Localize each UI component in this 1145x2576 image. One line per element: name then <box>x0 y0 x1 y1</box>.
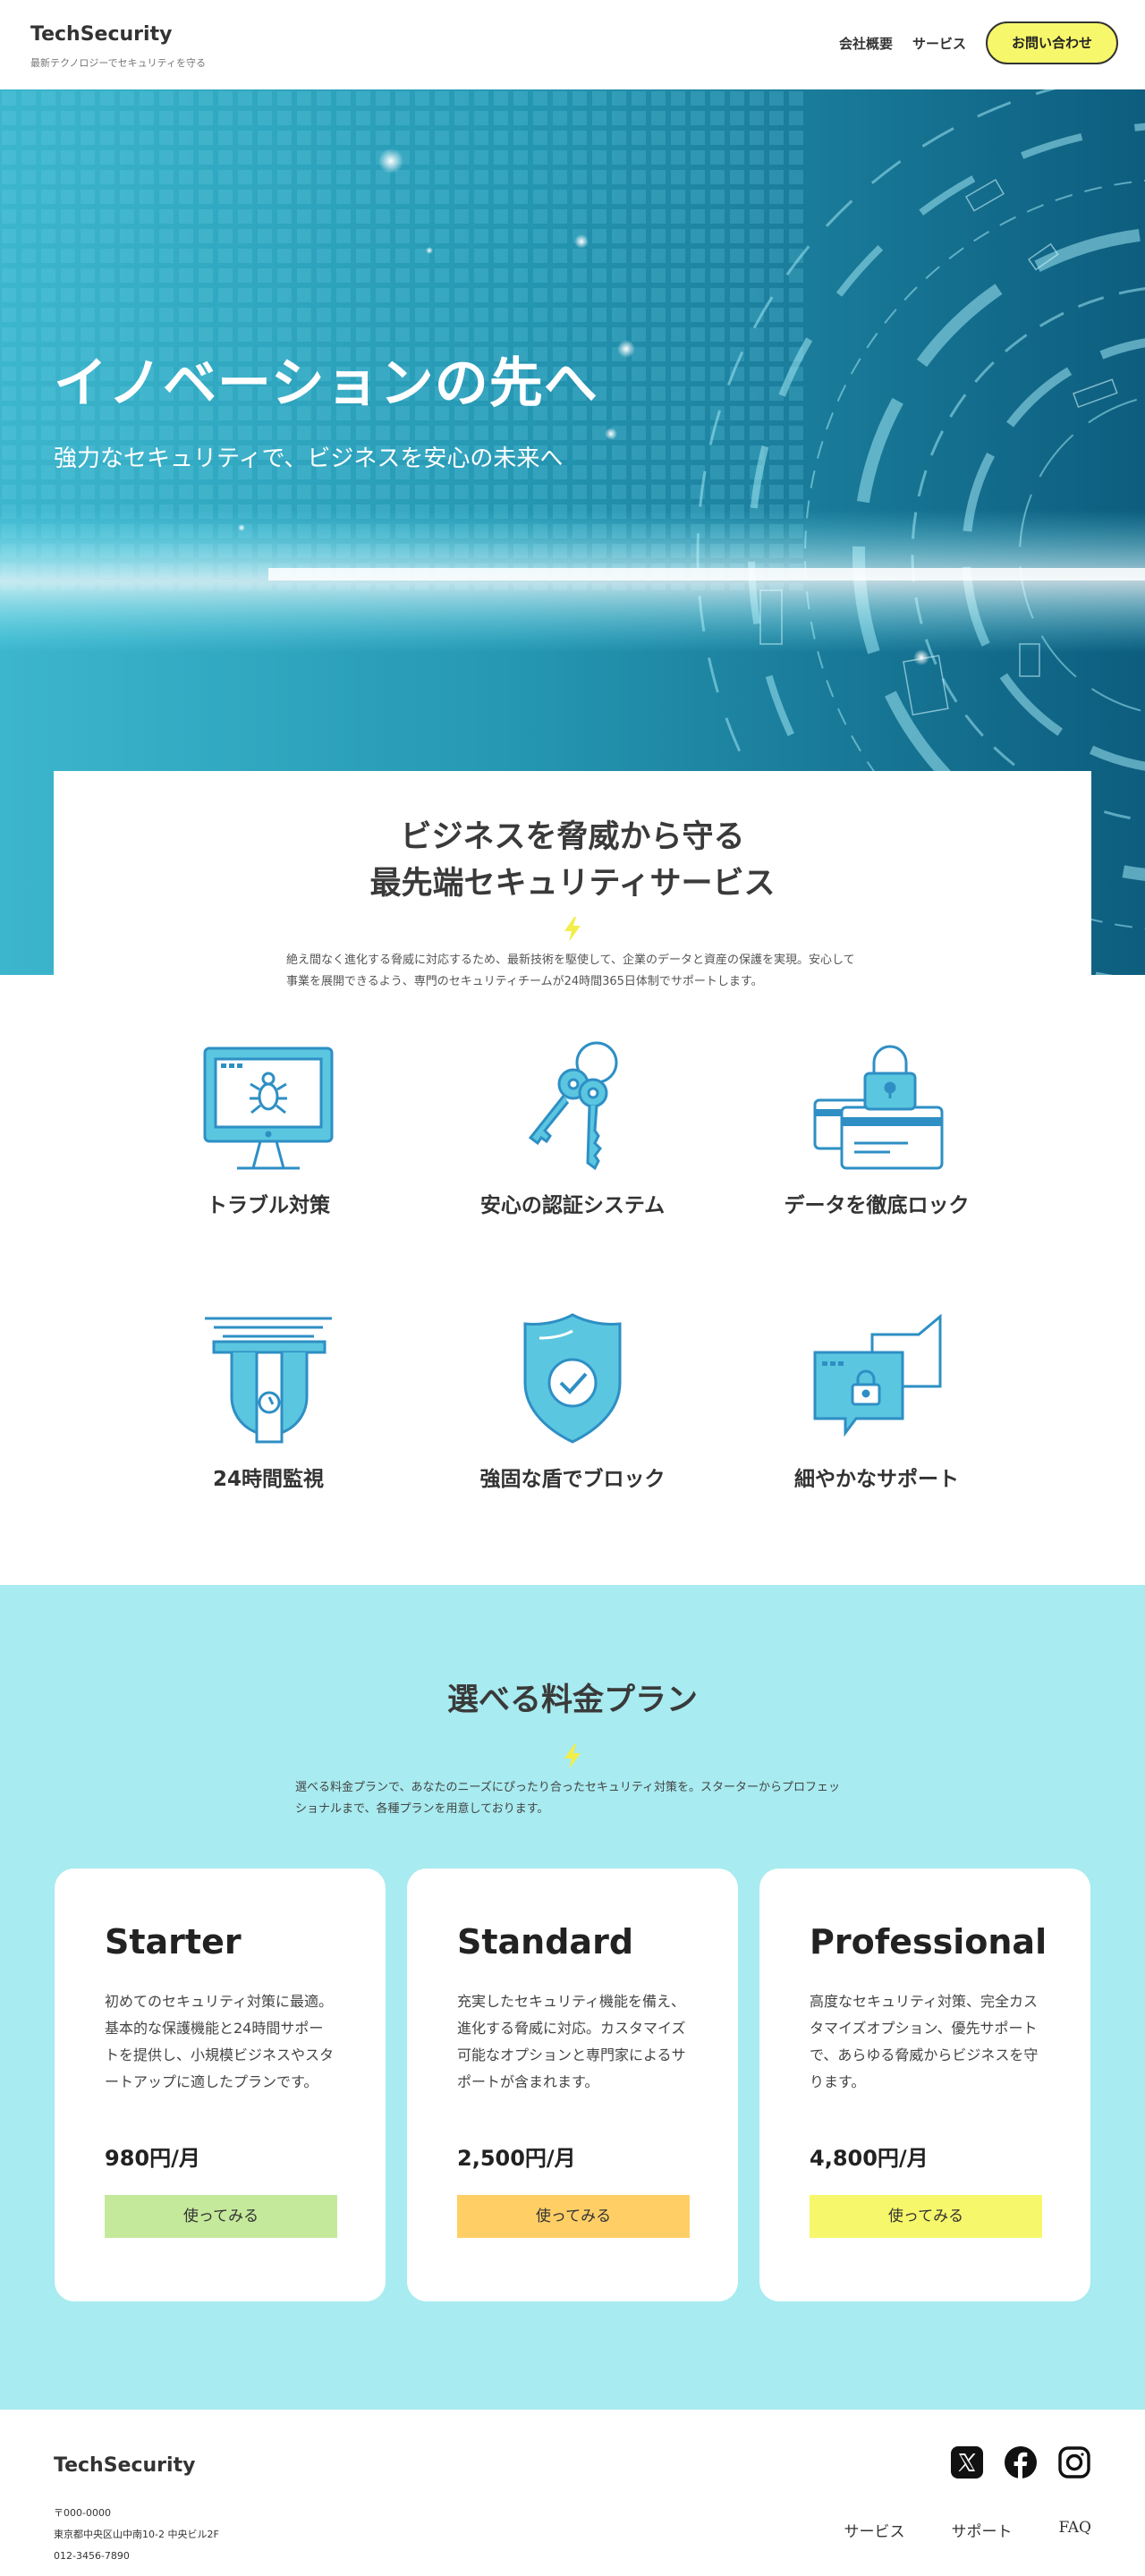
footer-link-support[interactable]: サポート <box>951 2519 1012 2541</box>
feature-grid: トラブル対策 安心の認証システム データを徹底ロック 24時間監視 強固な盾でブ… <box>54 1038 1091 1585</box>
services-intro: 絶え間なく進化する脅威に対応するため、最新技術を駆使して、企業のデータと資産の保… <box>286 953 855 988</box>
footer-address: 〒000-0000 東京都中央区山中南10-2 中央ビル2F 012-3456-… <box>54 2503 219 2567</box>
facebook-icon[interactable] <box>1004 2445 1038 2479</box>
plan-description: 高度なセキュリティ対策、完全カスタマイズオプション、優先サポートで、あらゆる脅威… <box>810 1993 1039 2090</box>
feature-item: 安心の認証システム <box>429 1038 716 1311</box>
nav-services[interactable]: サービス <box>912 34 966 53</box>
site-footer: TechSecurity 〒000-0000 東京都中央区山中南10-2 中央ビ… <box>0 2410 1145 2576</box>
hero-subtitle: 強力なセキュリティで、ビジネスを安心の未来へ <box>54 445 564 472</box>
plan-card-professional: Professional 高度なセキュリティ対策、完全カスタマイズオプション、優… <box>759 1868 1090 2301</box>
footer-phone: 012-3456-7890 <box>54 2550 130 2562</box>
plan-price: 4,800円/月 <box>810 2146 929 2171</box>
feature-item: 強固な盾でブロック <box>429 1311 716 1585</box>
plan-card-standard: Standard 充実したセキュリティ機能を備え、進化する脅威に対応。カスタマイ… <box>407 1868 738 2301</box>
plan-name: Starter <box>105 1922 242 1962</box>
footer-street-address: 東京都中央区山中南10-2 中央ビル2F <box>54 2529 219 2540</box>
lightning-icon <box>564 1744 581 1769</box>
footer-nav: サービス サポート FAQ <box>844 2519 1091 2541</box>
x-icon[interactable] <box>950 2445 984 2479</box>
feature-label: データを徹底ロック <box>784 1194 970 1217</box>
plan-price: 2,500円/月 <box>457 2146 576 2171</box>
plan-description: 初めてのセキュリティ対策に最適。基本的な保護機能と24時間サポートを提供し、小規… <box>105 1993 335 2090</box>
services-heading-line-2: 最先端セキュリティサービス <box>369 866 776 902</box>
social-links <box>950 2445 1091 2479</box>
footer-link-services[interactable]: サービス <box>844 2519 904 2541</box>
hero-title: イノベーションの先へ <box>54 352 598 415</box>
footer-logo[interactable]: TechSecurity <box>54 2454 195 2477</box>
footer-postal-code: 〒000-0000 <box>54 2507 111 2519</box>
keys-icon <box>528 1041 618 1171</box>
feature-item: トラブル対策 <box>107 1038 429 1311</box>
services-section: ビジネスを脅威から守る 最先端セキュリティサービス 絶え間なく進化する脅威に対応… <box>54 771 1091 1585</box>
try-starter-button[interactable]: 使ってみる <box>105 2195 337 2238</box>
shield-check-icon <box>523 1313 622 1444</box>
contact-button[interactable]: お問い合わせ <box>986 21 1118 64</box>
plan-name: Standard <box>457 1922 634 1962</box>
feature-label: トラブル対策 <box>207 1194 330 1217</box>
security-camera-icon <box>205 1317 332 1444</box>
feature-label: 強固な盾でブロック <box>479 1468 666 1491</box>
plan-name: Professional <box>810 1922 1047 1962</box>
instagram-icon[interactable] <box>1057 2445 1091 2479</box>
feature-label: 細やかなサポート <box>794 1468 959 1491</box>
services-heading: ビジネスを脅威から守る 最先端セキュリティサービス <box>54 814 1091 907</box>
chat-lock-icon <box>813 1313 942 1437</box>
services-heading-line-1: ビジネスを脅威から守る <box>400 819 745 855</box>
feature-item: 24時間監視 <box>107 1311 429 1585</box>
pricing-intro: 選べる料金プランで、あなたのニーズにぴったり合ったセキュリティ対策を。スターター… <box>295 1781 841 1816</box>
nav-company[interactable]: 会社概要 <box>839 34 893 53</box>
site-header: TechSecurity 最新テクノロジーでセキュリティを守る 会社概要 サービ… <box>0 0 1145 89</box>
plan-description: 充実したセキュリティ機能を備え、進化する脅威に対応。カスタマイズ可能なオプション… <box>457 1993 686 2090</box>
try-standard-button[interactable]: 使ってみる <box>457 2195 690 2238</box>
plan-price: 980円/月 <box>105 2146 200 2171</box>
footer-link-faq[interactable]: FAQ <box>1058 2519 1091 2541</box>
main-nav: 会社概要 サービス お問い合わせ <box>839 21 1118 64</box>
lightning-icon <box>564 917 581 942</box>
plan-list: Starter 初めてのセキュリティ対策に最適。基本的な保護機能と24時間サポー… <box>0 1868 1145 2301</box>
site-logo[interactable]: TechSecurity <box>30 23 172 46</box>
plan-card-starter: Starter 初めてのセキュリティ対策に最適。基本的な保護機能と24時間サポー… <box>55 1868 386 2301</box>
site-tagline: 最新テクノロジーでセキュリティを守る <box>30 57 207 69</box>
feature-item: データを徹底ロック <box>716 1038 1038 1311</box>
card-lock-icon <box>813 1045 944 1170</box>
feature-label: 安心の認証システム <box>479 1194 666 1217</box>
try-professional-button[interactable]: 使ってみる <box>810 2195 1042 2238</box>
pricing-section: 選べる料金プラン 選べる料金プランで、あなたのニーズにぴったり合ったセキュリティ… <box>0 1585 1145 2410</box>
feature-item: 細やかなサポート <box>716 1311 1038 1585</box>
feature-label: 24時間監視 <box>212 1468 324 1491</box>
pricing-heading: 選べる料金プラン <box>446 1682 698 1718</box>
monitor-bug-icon <box>203 1046 334 1170</box>
